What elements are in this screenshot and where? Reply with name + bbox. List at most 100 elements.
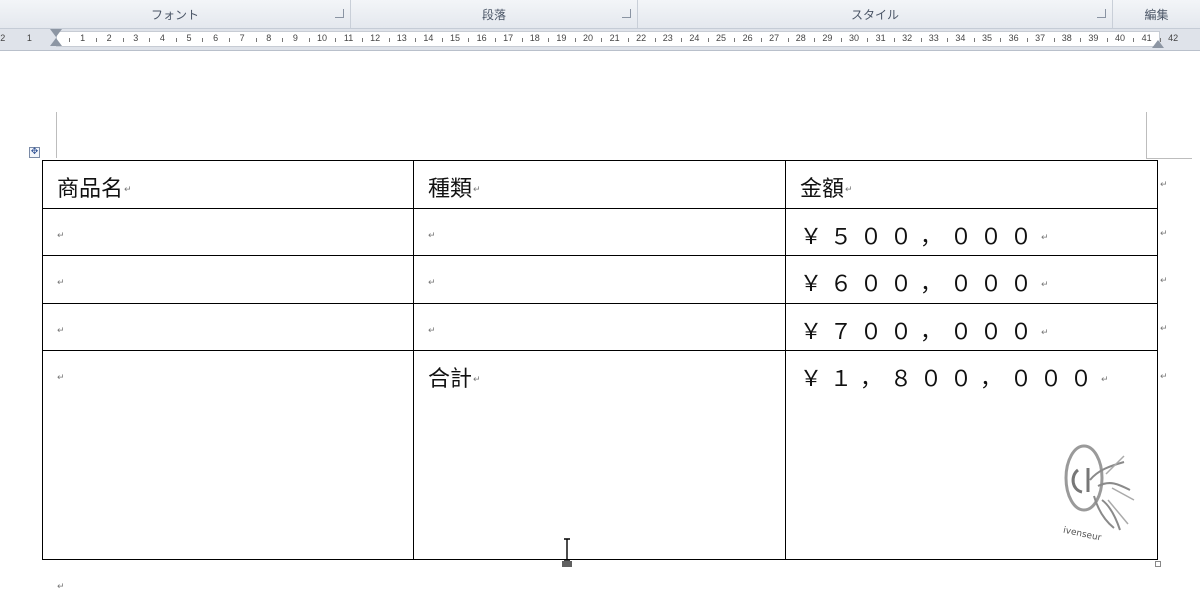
paragraph-mark: ↵ bbox=[1041, 328, 1049, 338]
table-move-handle-icon[interactable]: ✥ bbox=[29, 147, 40, 158]
ruler-tick bbox=[681, 38, 683, 42]
crop-mark-right-horizontal bbox=[1146, 158, 1192, 159]
ruler-tick bbox=[787, 38, 789, 42]
table-resize-handle-icon[interactable] bbox=[1155, 561, 1161, 567]
ruler-number: 32 bbox=[902, 33, 913, 43]
end-of-row-mark: ↵ bbox=[1160, 276, 1168, 286]
ruler-number: 24 bbox=[689, 33, 700, 43]
header-name-text: 商品名 bbox=[57, 177, 124, 202]
paragraph-mark: ↵ bbox=[473, 375, 481, 385]
ruler-tick bbox=[521, 38, 523, 42]
ruler-number: 26 bbox=[742, 33, 753, 43]
ruler-tick bbox=[122, 38, 124, 42]
cell-kind[interactable]: ↵ bbox=[413, 255, 786, 304]
style-dialog-launcher-icon[interactable] bbox=[1097, 9, 1106, 18]
paragraph-mark: ↵ bbox=[57, 231, 65, 241]
ruler-number: 31 bbox=[875, 33, 886, 43]
cell-name[interactable]: ↵ bbox=[42, 303, 414, 351]
ruler-number: 25 bbox=[715, 33, 726, 43]
ruler-tick bbox=[415, 38, 417, 42]
header-cell-name[interactable]: 商品名↵ bbox=[42, 160, 414, 209]
ruler-tick bbox=[255, 38, 257, 42]
horizontal-ruler[interactable]: 2 1 1 2 3 4 5 6 7 8 9 10 11 12 13 14 15 16 17 18 19 20 21 22 23 2… bbox=[0, 29, 1200, 51]
ruler-number: 12 bbox=[370, 33, 381, 43]
ruler-number: 39 bbox=[1088, 33, 1099, 43]
header-cell-kind[interactable]: 種類↵ bbox=[413, 160, 786, 209]
ruler-number: 35 bbox=[981, 33, 992, 43]
paragraph-mark: ↵ bbox=[57, 278, 65, 288]
ruler-number: 8 bbox=[266, 33, 272, 43]
header-cell-amount[interactable]: 金額↵ bbox=[785, 160, 1158, 209]
cell-kind[interactable]: ↵ bbox=[413, 208, 786, 256]
paragraph-mark: ↵ bbox=[1041, 280, 1049, 290]
ruler-tick bbox=[893, 38, 895, 42]
hanging-indent-icon[interactable] bbox=[50, 38, 62, 46]
ribbon-group-style: スタイル bbox=[638, 0, 1113, 28]
cell-amount[interactable]: ￥６００，０００↵ bbox=[785, 255, 1158, 304]
table-total-row: ↵ 合計↵ ￥１，８００，０００↵ bbox=[42, 350, 1158, 560]
ruler-tick bbox=[734, 38, 736, 42]
ruler-number: 29 bbox=[822, 33, 833, 43]
ruler-number: 19 bbox=[556, 33, 567, 43]
watermark-logo-icon: ivenseur bbox=[1062, 444, 1135, 544]
ribbon-group-bar: フォント 段落 スタイル 編集 bbox=[0, 0, 1200, 29]
cell-kind[interactable]: ↵ bbox=[413, 303, 786, 351]
ruler-number: 2 bbox=[106, 33, 112, 43]
ruler-number: 17 bbox=[503, 33, 514, 43]
paragraph-mark-after-table: ↵ bbox=[57, 582, 65, 592]
table-header-row: 商品名↵ 種類↵ 金額↵ bbox=[42, 160, 1158, 209]
ruler-number: 1 bbox=[26, 33, 32, 43]
font-dialog-launcher-icon[interactable] bbox=[335, 9, 344, 18]
ruler-number: 2 bbox=[0, 33, 6, 43]
ruler-number: 23 bbox=[662, 33, 673, 43]
ruler-number: 14 bbox=[423, 33, 434, 43]
ruler-tick bbox=[1000, 38, 1002, 42]
first-line-indent-icon[interactable] bbox=[50, 29, 62, 37]
cell-amount[interactable]: ￥５００，０００↵ bbox=[785, 208, 1158, 256]
text-cursor-icon bbox=[562, 538, 572, 567]
ruler-tick bbox=[1106, 38, 1108, 42]
ruler-number: 10 bbox=[316, 33, 327, 43]
paragraph-mark: ↵ bbox=[845, 185, 853, 195]
total-cell-name[interactable]: ↵ bbox=[42, 350, 414, 560]
paragraph-mark: ↵ bbox=[473, 185, 481, 195]
table-row: ↵ ↵ ￥７００，０００↵ bbox=[42, 303, 1158, 351]
ruler-number: 42 bbox=[1168, 33, 1179, 43]
ruler-number: 21 bbox=[609, 33, 620, 43]
ruler-number: 16 bbox=[476, 33, 487, 43]
ruler-tick bbox=[867, 38, 869, 42]
ruler-number: 5 bbox=[186, 33, 192, 43]
paragraph-mark: ↵ bbox=[124, 185, 132, 195]
header-amount-text: 金額 bbox=[800, 177, 845, 202]
ruler-number: 1 bbox=[80, 33, 86, 43]
ruler-number: 18 bbox=[529, 33, 540, 43]
left-indent-marker[interactable] bbox=[50, 29, 62, 50]
paragraph-dialog-launcher-icon[interactable] bbox=[622, 9, 631, 18]
total-cell-label[interactable]: 合計↵ bbox=[413, 350, 786, 560]
ruler-tick bbox=[95, 38, 97, 42]
paragraph-mark: ↵ bbox=[1101, 375, 1109, 385]
ruler-number: 28 bbox=[795, 33, 806, 43]
ribbon-group-paragraph-label: 段落 bbox=[481, 8, 506, 22]
cell-amount[interactable]: ￥７００，０００↵ bbox=[785, 303, 1158, 351]
ruler-number: 38 bbox=[1061, 33, 1072, 43]
cell-name[interactable]: ↵ bbox=[42, 208, 414, 256]
ruler-tick bbox=[149, 38, 151, 42]
ruler-number: 37 bbox=[1035, 33, 1046, 43]
ribbon-group-paragraph: 段落 bbox=[351, 0, 638, 28]
document-table[interactable]: 商品名↵ 種類↵ 金額↵ ↵ ↵ ￥５００，０００↵ ↵ ↵ ￥６００，０００↵… bbox=[42, 160, 1158, 560]
paragraph-mark: ↵ bbox=[428, 278, 436, 288]
crop-mark-right bbox=[1146, 112, 1147, 158]
ruler-tick bbox=[601, 38, 603, 42]
right-indent-marker[interactable] bbox=[1152, 40, 1164, 48]
cell-name[interactable]: ↵ bbox=[42, 255, 414, 304]
ruler-tick bbox=[468, 38, 470, 42]
ribbon-group-style-label: スタイル bbox=[850, 8, 899, 22]
ruler-tick bbox=[1053, 38, 1055, 42]
ruler-tick bbox=[361, 38, 363, 42]
ruler-tick bbox=[388, 38, 390, 42]
ruler-tick bbox=[973, 38, 975, 42]
ruler-tick bbox=[69, 38, 71, 42]
ruler-tick bbox=[814, 38, 816, 42]
ruler-tick bbox=[175, 38, 177, 42]
